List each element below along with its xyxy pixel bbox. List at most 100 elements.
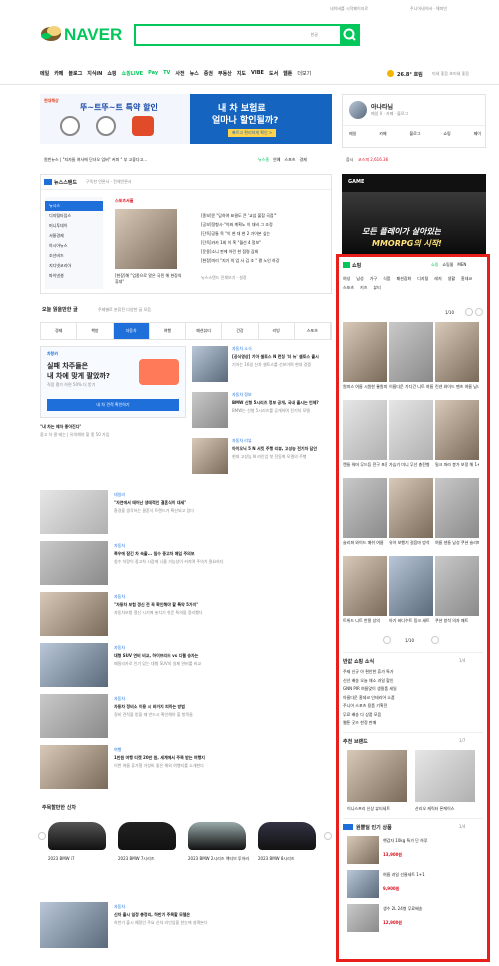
product-image[interactable] bbox=[389, 322, 433, 382]
category-item[interactable]: 홈데코 bbox=[461, 276, 472, 282]
nav-shopping-live[interactable]: 쇼핑LIVE bbox=[122, 70, 144, 80]
category-item[interactable]: 스포츠 bbox=[343, 285, 354, 291]
chevron-right-icon[interactable] bbox=[431, 636, 439, 644]
source-item[interactable]: 머니투데이 bbox=[45, 221, 103, 231]
todays-tab[interactable]: 경제 bbox=[41, 323, 78, 339]
category-item[interactable]: 패션잡화 bbox=[397, 276, 412, 282]
top-link-junior[interactable]: 주니어네이버 · 해피빈 bbox=[410, 6, 447, 12]
deal-name[interactable]: 햇감자 10kg 특가 단 하루 bbox=[383, 838, 481, 844]
product-name[interactable]: 쿠션 방석 의자 매트 bbox=[435, 618, 479, 624]
article-title[interactable]: 1만원 여행 티켓 20만 원, 세계에서 주목 받는 여행지 bbox=[114, 755, 328, 761]
nav-mail[interactable]: 메일 bbox=[40, 70, 49, 80]
todays-tab[interactable]: 패션뷰티 bbox=[186, 323, 223, 339]
product-image[interactable] bbox=[435, 322, 479, 382]
category-item[interactable]: 디지털 bbox=[417, 276, 428, 282]
source-item[interactable]: 파이낸셜 bbox=[45, 271, 103, 281]
article-source[interactable]: 자동차 bbox=[114, 645, 328, 651]
headline[interactable]: [운용]소니 판에 어린 현 점령 감회 bbox=[201, 247, 327, 256]
nav-book[interactable]: 도서 bbox=[269, 70, 278, 80]
nav-kin[interactable]: 지식iN bbox=[87, 70, 102, 80]
ticker-sports[interactable]: 스포츠 bbox=[284, 157, 295, 163]
source-item[interactable]: 아시아뉴스 bbox=[45, 241, 103, 251]
product-card[interactable]: 아기 바디수트 밍크 세트 bbox=[389, 556, 433, 632]
product-image[interactable] bbox=[435, 556, 479, 616]
login-tab-shopping[interactable]: 쇼핑 bbox=[443, 131, 450, 137]
photo-caption[interactable]: [현장]해 "업종으로 알은 국민 해 현장의 휴대" bbox=[115, 273, 185, 285]
product-name[interactable]: 밀크 파라 봉가 보정 해 1+1 bbox=[435, 462, 479, 468]
hot-item[interactable]: 주제 신규 아 편안한 휴가 특가 bbox=[343, 668, 483, 677]
article-thumbnail[interactable] bbox=[192, 346, 228, 382]
car-name[interactable]: 2023 BMW 7시리즈 bbox=[118, 856, 180, 862]
article-source[interactable]: 자동차 bbox=[114, 594, 328, 600]
article-title[interactable]: 아이오닉 5 N 서킷 주행 리뷰, 고성능 전기차 답안 bbox=[232, 446, 332, 452]
car-ad-cta[interactable]: 내 차 견적 확인하기 bbox=[47, 399, 179, 411]
recommend-name[interactable]: 산리오 캐릭터 폰케이스 bbox=[415, 806, 477, 812]
recommend-title[interactable]: 추천 브랜드 bbox=[343, 738, 368, 745]
product-name[interactable]: 아기 바디수트 밍크 세트 bbox=[389, 618, 433, 624]
article-source[interactable]: 자동차 bbox=[114, 904, 125, 910]
news-photo[interactable] bbox=[115, 209, 177, 269]
todays-tab[interactable]: 건강 bbox=[222, 323, 259, 339]
category-item[interactable]: 키즈 bbox=[360, 285, 367, 291]
source-item[interactable]: 디지털타임스 bbox=[45, 211, 103, 221]
product-image[interactable] bbox=[343, 322, 387, 382]
nav-news[interactable]: 뉴스 bbox=[190, 70, 199, 80]
banner-cta[interactable]: 빠르고 편리하게 확인 > bbox=[228, 129, 277, 137]
nav-cafe[interactable]: 카페 bbox=[54, 70, 63, 80]
shopping-tab[interactable]: 쇼핑 bbox=[431, 262, 438, 268]
user-name[interactable]: 아나타님 bbox=[371, 102, 393, 111]
stock-value[interactable]: 코스피 2,616.36 bbox=[358, 157, 388, 163]
product-image[interactable] bbox=[435, 478, 479, 538]
headline[interactable]: [현정]미리 "지기 의 업 사 김 조 " 평 노인 하강 bbox=[201, 256, 327, 265]
source-item[interactable]: 서울경제 bbox=[45, 231, 103, 241]
ticker-biz[interactable]: 경제 bbox=[299, 157, 306, 163]
nav-webtoon[interactable]: 웹툰 bbox=[283, 70, 292, 80]
deal-name[interactable]: 여름 과일 선물세트 1+1 bbox=[383, 872, 481, 878]
product-image[interactable] bbox=[389, 400, 433, 460]
source-item[interactable]: 지디넷코리아 bbox=[45, 261, 103, 271]
newsstand-title[interactable]: 뉴스스탠드 bbox=[54, 179, 77, 186]
todays-tab[interactable]: 여행 bbox=[150, 323, 186, 339]
article-title[interactable]: 폭우에 잠긴 차 속출... 침수 중고차 매입 주의보 bbox=[114, 551, 328, 557]
recommend-name[interactable]: 이니스프리 신상 뷰티세트 bbox=[347, 806, 409, 812]
product-image[interactable] bbox=[343, 400, 387, 460]
product-card[interactable]: 슬리퍼 와이드 매쉬 여름 bbox=[343, 478, 387, 554]
login-tab-blog[interactable]: 블로그 bbox=[409, 131, 420, 137]
car-ad-caption[interactable]: "내 차는 제자 좋아진다" bbox=[40, 424, 81, 430]
car-image[interactable] bbox=[258, 822, 316, 850]
car-image[interactable] bbox=[118, 822, 176, 850]
article-source[interactable]: 여행 bbox=[114, 747, 328, 753]
headline[interactable]: [단독]공통 목 "이 현 대 현 2 가이본 싶는 bbox=[201, 229, 327, 238]
nav-shopping[interactable]: 쇼핑 bbox=[107, 70, 116, 80]
article-title[interactable]: 자동차 정비소 이용 시 바가지 피하는 방법 bbox=[114, 704, 328, 710]
login-tab-pay[interactable]: 페이 bbox=[474, 131, 481, 137]
product-image[interactable] bbox=[389, 556, 433, 616]
article-thumbnail[interactable] bbox=[192, 392, 228, 428]
article-title[interactable]: 대형 SUV 연비 비교, 하이브리드 vs 디젤 승자는 bbox=[114, 653, 328, 659]
todays-tab[interactable]: 리빙 bbox=[259, 323, 295, 339]
article-thumbnail[interactable] bbox=[40, 745, 108, 789]
article-thumbnail[interactable] bbox=[40, 902, 108, 948]
article-source[interactable]: 자동차 정보 bbox=[232, 392, 332, 398]
recommend-image[interactable] bbox=[347, 750, 407, 802]
nav-blog[interactable]: 블로그 bbox=[68, 70, 82, 80]
product-card[interactable]: 원피스 여름 시원한 롱원피스 bbox=[343, 322, 387, 398]
todays-tab[interactable]: 스포츠 bbox=[295, 323, 331, 339]
shopping-tab[interactable]: 쇼핑몰 bbox=[442, 262, 453, 268]
chevron-right-icon[interactable] bbox=[324, 832, 332, 840]
article-title[interactable]: "자연에서 태어난 생태적인 결혼식이 대세" bbox=[114, 500, 328, 506]
nav-dict[interactable]: 사전 bbox=[175, 70, 184, 80]
product-image[interactable] bbox=[343, 556, 387, 616]
avatar[interactable] bbox=[349, 101, 367, 119]
used-cars-title[interactable]: 주목할만한 신차 bbox=[42, 804, 76, 811]
article-source[interactable]: 자동차 소식 bbox=[232, 346, 332, 352]
car-image[interactable] bbox=[48, 822, 106, 850]
hot-item[interactable]: 무료 배송 다 상품 모음 bbox=[343, 711, 483, 720]
car-name[interactable]: 2023 BMW 2시리즈 액티브 투어러 bbox=[188, 856, 250, 862]
article-title[interactable]: [공식영상] 기아 셀토스 N 런칭 '더 뉴' 셀토스 출시 bbox=[232, 354, 332, 360]
top-link-home[interactable]: 네이버를 시작페이지로 bbox=[330, 6, 368, 12]
deal-image[interactable] bbox=[347, 870, 379, 898]
product-card[interactable]: 트위드 니트 반팔 상의 bbox=[343, 556, 387, 632]
product-name[interactable]: 여름 샌들 남성 쿠션 슬리퍼 bbox=[435, 540, 479, 546]
article-thumbnail[interactable] bbox=[40, 490, 108, 534]
